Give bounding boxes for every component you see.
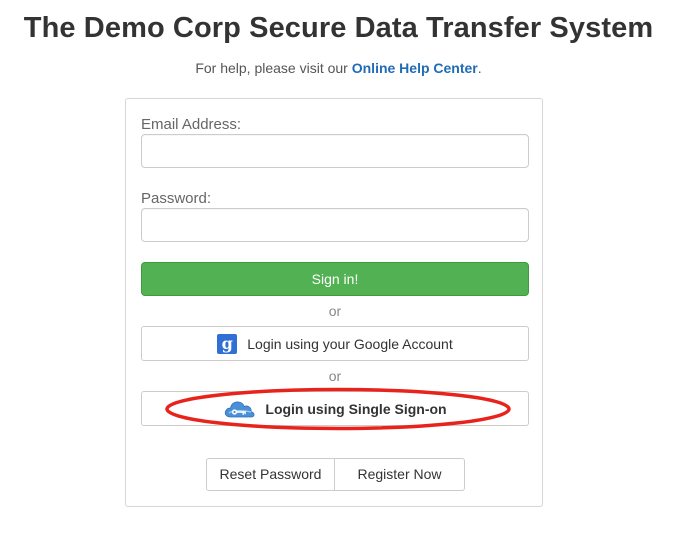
email-field[interactable] [141,134,529,168]
reset-password-button[interactable]: Reset Password [206,458,335,491]
email-label: Email Address: [141,116,242,133]
help-prefix: For help, please visit our [195,60,352,76]
register-now-button[interactable]: Register Now [335,458,465,491]
password-field[interactable] [141,208,529,242]
google-icon: g [217,333,238,354]
page-title: The Demo Corp Secure Data Transfer Syste… [23,12,654,44]
online-help-center-link[interactable]: Online Help Center [352,60,478,76]
login-panel: Email Address: Password: Sign in! or g L… [125,98,543,507]
help-text: For help, please visit our Online Help C… [0,60,677,76]
password-label: Password: [141,190,212,207]
account-actions: Reset Password Register Now [206,458,465,491]
help-suffix: . [477,60,482,76]
sso-login-button[interactable]: Login using Single Sign-on [141,391,529,426]
google-login-button[interactable]: g Login using your Google Account [141,326,529,361]
or-separator-1: or [328,303,342,319]
sign-in-button[interactable]: Sign in! [141,262,529,296]
sso-login-label: Login using Single Sign-on [265,400,447,417]
google-login-content: g Login using your Google Account [142,327,528,360]
sso-login-content: Login using Single Sign-on [142,392,528,425]
or-separator-2: or [328,368,342,384]
google-login-label: Login using your Google Account [247,335,453,352]
cloud-key-icon [225,401,255,417]
